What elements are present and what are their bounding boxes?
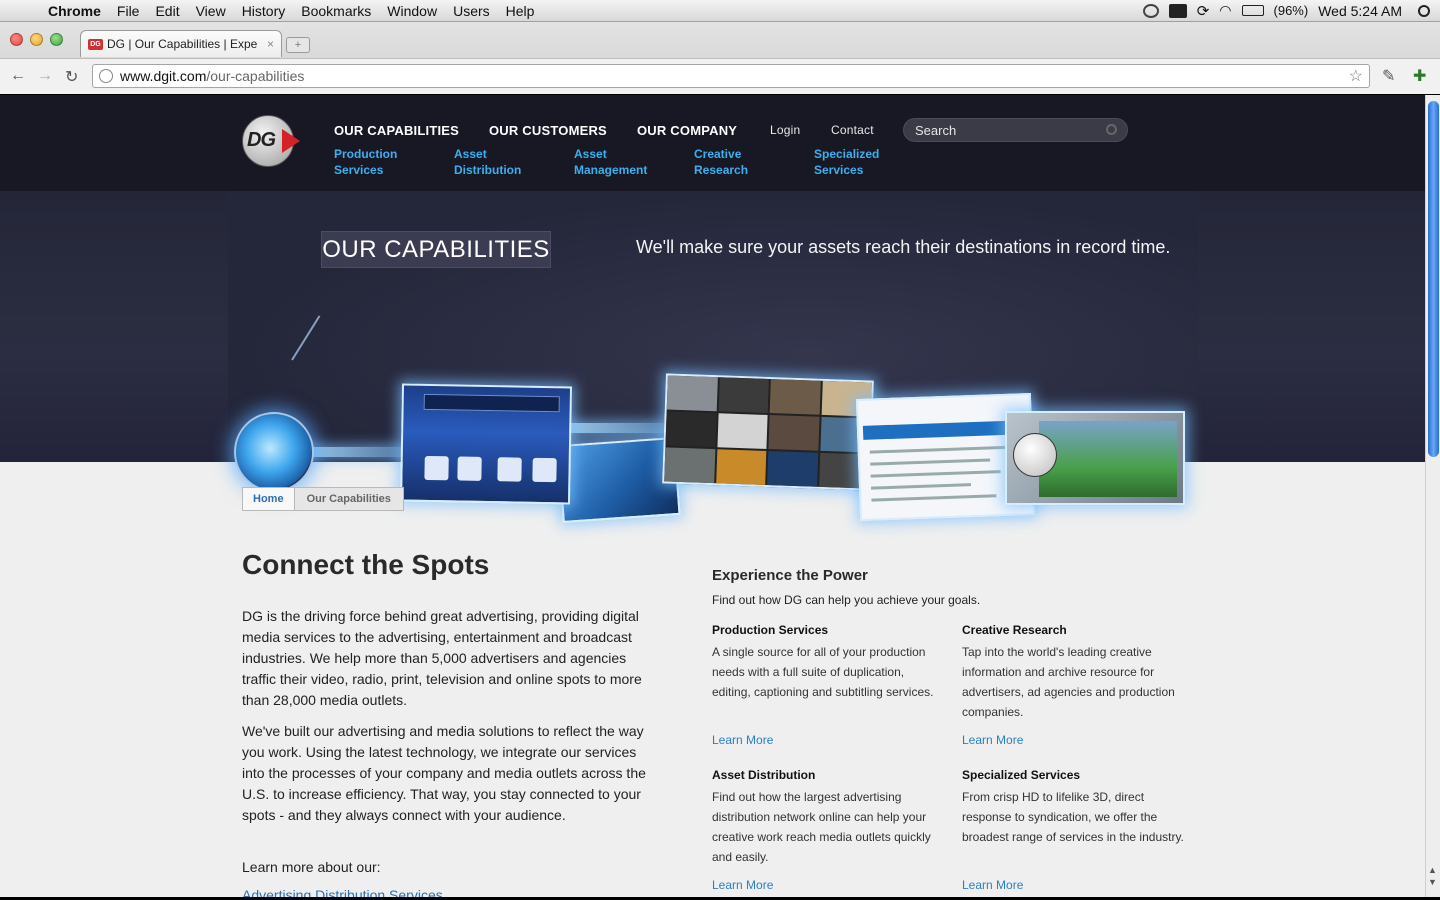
browser-chrome: DG DG | Our Capabilities | Expe × + ← → … xyxy=(0,22,1440,94)
subnav-production-services[interactable]: Production Services xyxy=(334,146,444,178)
new-tab-button[interactable]: + xyxy=(286,37,310,53)
service-specialized: Specialized Services From crisp HD to li… xyxy=(962,768,1187,897)
service-title: Specialized Services xyxy=(962,768,1081,782)
menu-bookmarks[interactable]: Bookmarks xyxy=(293,0,379,22)
nav-our-capabilities[interactable]: OUR CAPABILITIES xyxy=(334,123,459,138)
learn-more-production-link[interactable]: Learn More xyxy=(712,733,773,747)
service-description: Find out how the largest advertising dis… xyxy=(712,790,931,864)
learn-more-creative-link[interactable]: Learn More xyxy=(962,733,1023,747)
favicon-icon: DG xyxy=(88,38,103,50)
vertical-scrollbar[interactable]: ▲ ▼ xyxy=(1425,95,1440,897)
display-icon[interactable] xyxy=(1168,3,1187,18)
page-viewport: DG OUR CAPABILITIES OUR CUSTOMERS OUR CO… xyxy=(0,95,1425,897)
scroll-up-arrow-icon[interactable]: ▲ xyxy=(1428,865,1437,875)
menu-view[interactable]: View xyxy=(188,0,234,22)
tab-title: DG | Our Capabilities | Expe xyxy=(107,37,258,51)
menu-window[interactable]: Window xyxy=(379,0,445,22)
bookmark-star-icon[interactable]: ☆ xyxy=(1349,66,1363,86)
search-icon[interactable] xyxy=(1106,124,1117,135)
service-production: Production Services A single source for … xyxy=(712,623,937,763)
nav-our-company[interactable]: OUR COMPANY xyxy=(637,123,737,138)
browser-toolbar: ← → ↻ www.dgit.com /our-capabilities ☆ ✎… xyxy=(0,58,1440,94)
learn-more-distribution-link[interactable]: Learn More xyxy=(712,878,773,892)
search-placeholder: Search xyxy=(915,122,957,138)
light-beam xyxy=(300,447,410,457)
solutions-paragraph: We've built our advertising and media so… xyxy=(242,723,646,823)
breadcrumb-current: Our Capabilities xyxy=(294,487,404,511)
service-title: Production Services xyxy=(712,623,829,637)
dg-logo[interactable]: DG xyxy=(242,115,302,167)
glowing-orb-image xyxy=(234,412,314,492)
subnav-asset-management[interactable]: Asset Management xyxy=(574,146,684,178)
soccer-ball-icon xyxy=(1013,433,1057,477)
back-arrow-icon[interactable]: ← xyxy=(10,67,26,85)
scroll-down-arrow-icon[interactable]: ▼ xyxy=(1428,877,1437,887)
menu-users[interactable]: Users xyxy=(445,0,498,22)
extension-icon[interactable]: ✚ xyxy=(1413,66,1426,86)
time-machine-icon[interactable] xyxy=(1142,3,1159,18)
light-beam xyxy=(560,423,680,433)
url-path: /our-capabilities xyxy=(206,68,305,84)
pen-extension-icon[interactable]: ✎ xyxy=(1382,66,1395,86)
spotlight-search-icon[interactable] xyxy=(1418,4,1430,17)
logo-arrow-icon xyxy=(282,129,300,153)
experience-subheading: Find out how DG can help you achieve you… xyxy=(712,593,981,607)
service-description: From crisp HD to lifelike 3D, direct res… xyxy=(962,790,1184,844)
url-host: www.dgit.com xyxy=(120,68,207,84)
breadcrumb: Home Our Capabilities xyxy=(242,487,404,511)
vcr-controls-image xyxy=(399,383,573,505)
address-bar[interactable]: www.dgit.com /our-capabilities ☆ xyxy=(92,64,1370,88)
banner-tagline: We'll make sure your assets reach their … xyxy=(636,237,1171,257)
minimize-window-button[interactable] xyxy=(30,33,43,46)
photo-collage-image xyxy=(662,373,874,491)
hero-banner: OUR CAPABILITIES We'll make sure your as… xyxy=(0,191,1425,524)
clock[interactable]: Wed 5:24 AM xyxy=(1318,3,1402,19)
search-input[interactable]: Search xyxy=(903,118,1128,142)
battery-icon[interactable] xyxy=(1241,5,1264,16)
service-asset-distribution: Asset Distribution Find out how the larg… xyxy=(712,768,937,897)
banner-title: OUR CAPABILITIES xyxy=(321,231,551,268)
tv-soccer-image xyxy=(1005,411,1185,505)
experience-heading: Experience the Power xyxy=(712,567,868,584)
breadcrumb-home[interactable]: Home xyxy=(242,487,295,511)
close-window-button[interactable] xyxy=(10,33,23,46)
menu-app-name[interactable]: Chrome xyxy=(40,0,109,22)
menu-history[interactable]: History xyxy=(234,0,294,22)
service-description: A single source for all of your producti… xyxy=(712,645,934,699)
site-header: DG OUR CAPABILITIES OUR CUSTOMERS OUR CO… xyxy=(0,95,1425,191)
subnav-creative-research[interactable]: Creative Research xyxy=(694,146,804,178)
service-description: Tap into the world's leading creative in… xyxy=(962,645,1175,719)
sync-icon[interactable]: ⟳ xyxy=(1197,2,1210,20)
menu-bar: Chrome File Edit View History Bookmarks … xyxy=(0,0,1440,22)
forward-arrow-icon[interactable]: → xyxy=(37,67,53,85)
reload-icon[interactable]: ↻ xyxy=(65,67,78,87)
learn-more-about-label: Learn more about our: xyxy=(242,859,381,875)
learn-more-specialized-link[interactable]: Learn More xyxy=(962,878,1023,892)
menu-help[interactable]: Help xyxy=(498,0,543,22)
service-title: Asset Distribution xyxy=(712,768,816,782)
intro-paragraph: DG is the driving force behind great adv… xyxy=(242,608,642,708)
menu-edit[interactable]: Edit xyxy=(147,0,187,22)
menu-file[interactable]: File xyxy=(109,0,148,22)
nav-contact[interactable]: Contact xyxy=(831,123,874,137)
page-title: Connect the Spots xyxy=(242,549,490,580)
nav-our-customers[interactable]: OUR CUSTOMERS xyxy=(489,123,607,138)
globe-icon xyxy=(99,69,113,83)
window-controls xyxy=(10,33,63,46)
advertising-distribution-link[interactable]: Advertising Distribution Services xyxy=(242,887,443,897)
subnav-specialized-services[interactable]: Specialized Services xyxy=(814,146,924,178)
battery-percent[interactable]: (96%) xyxy=(1274,3,1309,18)
wifi-icon[interactable]: ◠ xyxy=(1219,2,1231,19)
close-tab-icon[interactable]: × xyxy=(267,37,274,51)
browser-tab[interactable]: DG DG | Our Capabilities | Expe × xyxy=(80,30,282,57)
zoom-window-button[interactable] xyxy=(50,33,63,46)
scrollbar-thumb[interactable] xyxy=(1428,101,1439,457)
service-creative-research: Creative Research Tap into the world's l… xyxy=(962,623,1187,763)
subnav-asset-distribution[interactable]: Asset Distribution xyxy=(454,146,564,178)
service-title: Creative Research xyxy=(962,623,1067,637)
nav-login[interactable]: Login xyxy=(770,123,800,137)
